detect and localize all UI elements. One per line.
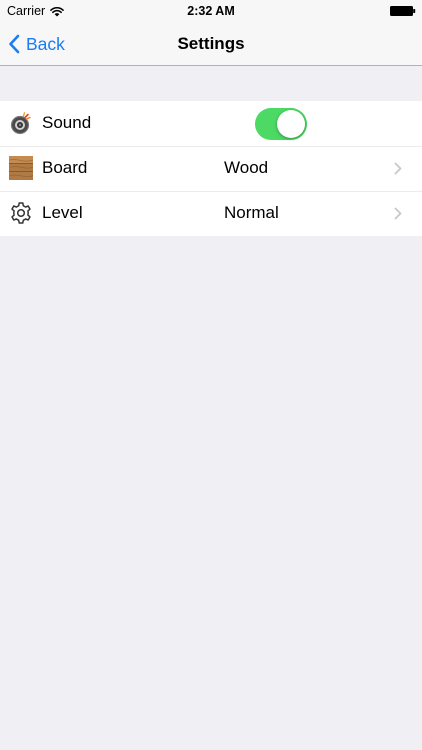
settings-row-board[interactable]: Board Wood bbox=[0, 146, 422, 191]
settings-row-level[interactable]: Level Normal bbox=[0, 191, 422, 236]
back-label: Back bbox=[26, 33, 65, 54]
chevron-right-icon bbox=[394, 207, 402, 220]
level-label: Level bbox=[42, 203, 83, 222]
navigation-bar: Settings Back bbox=[0, 22, 422, 66]
sound-label: Sound bbox=[42, 113, 92, 132]
battery-icon bbox=[390, 6, 416, 16]
sound-toggle[interactable] bbox=[255, 108, 307, 140]
sound-toggle-knob bbox=[277, 110, 305, 138]
status-time: 2:32 AM bbox=[187, 4, 235, 18]
back-button[interactable]: Back bbox=[8, 22, 65, 65]
settings-list: Sound Board Wood Level Normal bbox=[0, 101, 422, 236]
board-value: Wood bbox=[224, 158, 269, 177]
chevron-left-icon bbox=[9, 34, 20, 53]
status-bar: Carrier 2:32 AM bbox=[0, 0, 422, 22]
gear-icon bbox=[11, 202, 31, 224]
wood-board-icon bbox=[9, 156, 33, 180]
board-label: Board bbox=[42, 158, 88, 177]
settings-row-sound: Sound bbox=[0, 101, 422, 146]
speaker-icon bbox=[10, 112, 31, 135]
level-value: Normal bbox=[224, 203, 279, 222]
chevron-right-icon bbox=[394, 162, 402, 175]
